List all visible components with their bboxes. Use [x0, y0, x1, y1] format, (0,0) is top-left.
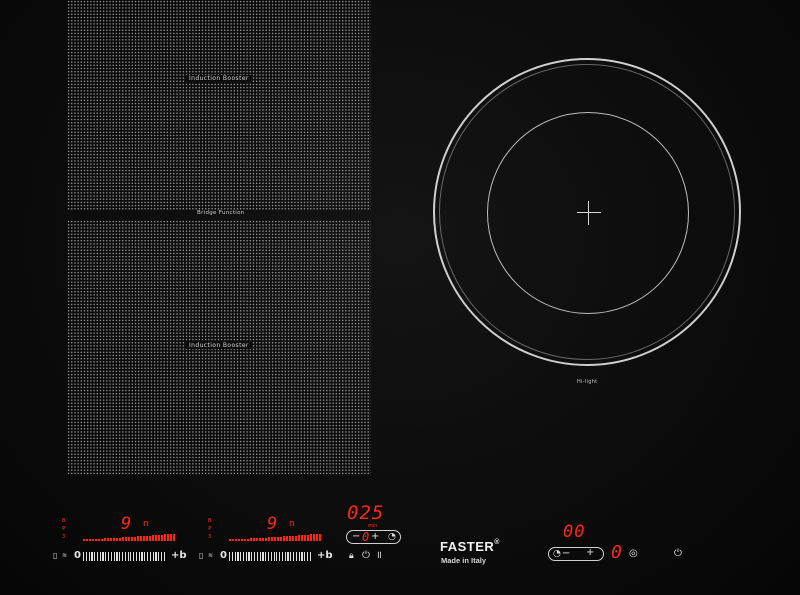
- timer-icon[interactable]: ◔: [388, 532, 396, 542]
- timer-controls: 025 min − 0 + ◔ 🔒︎ ⏻ ॥: [340, 500, 420, 580]
- booster-indicator: n: [289, 519, 295, 529]
- slider-start-label: 0: [220, 550, 227, 561]
- zone-top-label: Induction Booster: [186, 75, 252, 82]
- power-icon[interactable]: ⏻: [362, 551, 370, 561]
- hilight-timer-display: 00: [563, 522, 586, 542]
- timer-plus-button[interactable]: +: [371, 532, 379, 542]
- timer-value-display: 0: [362, 530, 371, 544]
- bridge-function-label: Bridge Function: [197, 210, 245, 216]
- induction-zone-top: [67, 0, 371, 210]
- level-mark: 3: [62, 534, 66, 540]
- heat-icon: ≋: [62, 552, 68, 559]
- power-icon[interactable]: ⏻: [674, 549, 682, 559]
- cooktop-glass: Induction Booster Induction Booster Brid…: [0, 0, 800, 595]
- level-marks: B P 3: [62, 517, 65, 541]
- lock-icon[interactable]: 🔒︎: [349, 551, 354, 561]
- hilight-minus-button[interactable]: −: [562, 549, 570, 559]
- hilight-controls: 00 ◔ − + 0 ◎ ⏻: [545, 520, 695, 570]
- level-mark: P: [62, 526, 66, 532]
- hilight-label: Hi-light: [577, 379, 598, 385]
- level-mark: B: [62, 518, 66, 524]
- zone-bottom-label: Induction Booster: [186, 342, 252, 349]
- brand-tagline: Made in Italy: [441, 556, 487, 565]
- timer-unit: min: [368, 523, 378, 529]
- brand-name: FASTER: [440, 539, 495, 554]
- dual-zone-icon[interactable]: ◎: [629, 549, 638, 559]
- pause-icon[interactable]: ॥: [376, 551, 382, 561]
- brand-logo: FASTER®: [440, 539, 500, 554]
- burner-center-mark: [577, 201, 601, 225]
- timer-minus-button[interactable]: −: [352, 532, 360, 542]
- level-mark: B: [208, 518, 212, 524]
- timer-icon[interactable]: ◔: [553, 549, 561, 559]
- slider-start-label: 0: [74, 550, 81, 561]
- heat-icon: ≋: [208, 552, 214, 559]
- level-marks: B P 3: [208, 517, 211, 541]
- timer-display: 025: [347, 502, 385, 524]
- power-slider[interactable]: [229, 552, 311, 561]
- hilight-plus-button[interactable]: +: [586, 548, 594, 558]
- slider-boost-label[interactable]: +b: [317, 550, 333, 561]
- hilight-level-display: 0: [611, 542, 623, 563]
- middle-zone-controls: B P 3 9 n ▯ ≋ 0 +b: [146, 500, 346, 580]
- power-level-display: 9: [267, 514, 279, 534]
- power-level-display: 9: [121, 514, 133, 534]
- power-level-bar: [229, 534, 321, 541]
- child-lock-icon[interactable]: ▯: [199, 551, 203, 561]
- brand-reg: ®: [494, 539, 500, 546]
- level-mark: 3: [208, 534, 212, 540]
- level-mark: P: [208, 526, 212, 532]
- child-lock-icon[interactable]: ▯: [53, 551, 57, 561]
